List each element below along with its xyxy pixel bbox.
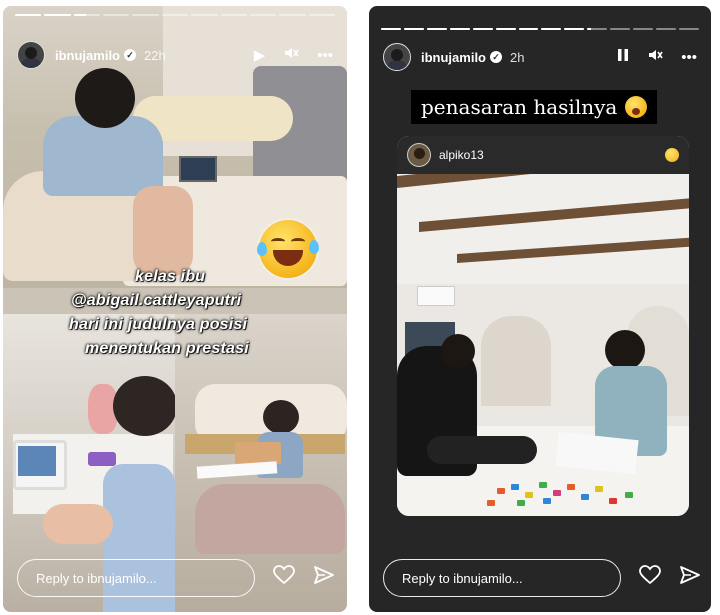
story-progress xyxy=(15,14,335,17)
story-controls: ▶ ••• xyxy=(254,45,333,65)
story-progress xyxy=(381,28,699,31)
reply-input[interactable] xyxy=(17,559,255,597)
shared-username: alpiko13 xyxy=(439,148,484,162)
reply-input[interactable] xyxy=(383,559,621,597)
progress-segment xyxy=(587,28,608,30)
story-title-text: penasaran hasilnya xyxy=(421,95,618,119)
send-icon[interactable] xyxy=(313,565,335,591)
progress-segment xyxy=(44,14,71,16)
username[interactable]: ibnujamilo xyxy=(421,50,486,65)
heart-icon[interactable] xyxy=(639,565,661,591)
progress-segment xyxy=(656,28,676,30)
progress-segment xyxy=(472,28,493,30)
avatar[interactable] xyxy=(17,41,45,69)
progress-segment xyxy=(381,28,401,30)
astonished-emoji-icon xyxy=(625,96,648,118)
story-header: ibnujamilo ✓ 22h ▶ ••• xyxy=(17,40,333,70)
shared-post-header[interactable]: alpiko13 xyxy=(397,136,689,174)
story-controls: ••• xyxy=(617,47,697,67)
progress-segment xyxy=(220,14,247,16)
heart-icon[interactable] xyxy=(273,565,295,591)
caption-line: hari ini judulnya posisi xyxy=(69,316,248,333)
progress-segment xyxy=(132,14,159,16)
story-left[interactable]: ibnujamilo ✓ 22h ▶ ••• kelas ibu @abigai… xyxy=(3,6,347,612)
story-title: penasaran hasilnya xyxy=(411,90,658,124)
story-right[interactable]: ibnujamilo ✓ 2h ••• penasaran hasilnya a… xyxy=(369,6,711,612)
mute-icon[interactable] xyxy=(283,45,299,65)
verified-badge-icon: ✓ xyxy=(124,49,136,61)
shared-post-card[interactable]: alpiko13 xyxy=(397,136,689,516)
progress-segment xyxy=(191,14,218,16)
pause-icon[interactable] xyxy=(617,48,629,66)
progress-segment xyxy=(518,28,539,30)
play-icon[interactable]: ▶ xyxy=(254,46,266,64)
progress-segment xyxy=(249,14,277,16)
story-footer xyxy=(17,558,335,598)
progress-segment xyxy=(279,14,306,16)
progress-segment xyxy=(426,28,447,30)
username[interactable]: ibnujamilo xyxy=(55,48,120,63)
avatar[interactable] xyxy=(383,43,411,71)
progress-segment xyxy=(161,14,189,16)
more-icon[interactable]: ••• xyxy=(681,49,697,66)
progress-segment xyxy=(633,28,654,30)
progress-segment xyxy=(73,14,101,16)
progress-segment xyxy=(403,28,424,30)
progress-segment xyxy=(541,28,562,30)
rofl-emoji-icon xyxy=(257,220,319,278)
shared-avatar xyxy=(407,143,431,167)
story-header: ibnujamilo ✓ 2h ••• xyxy=(383,42,697,72)
caption-mention-link[interactable]: @abigail.cattleyaputri xyxy=(71,292,241,310)
progress-segment xyxy=(495,28,516,30)
progress-segment xyxy=(564,28,585,30)
mute-icon[interactable] xyxy=(647,47,663,67)
story-footer xyxy=(383,558,700,598)
verified-badge-icon: ✓ xyxy=(490,51,502,63)
more-icon[interactable]: ••• xyxy=(317,47,333,64)
progress-segment xyxy=(678,28,699,30)
progress-segment xyxy=(308,14,335,16)
progress-segment xyxy=(449,28,470,30)
send-icon[interactable] xyxy=(679,565,701,591)
progress-segment xyxy=(103,14,130,16)
hugging-emoji-icon xyxy=(665,148,679,162)
progress-segment xyxy=(15,14,42,16)
post-time: 2h xyxy=(510,49,525,65)
progress-segment xyxy=(610,28,631,30)
caption-line: kelas ibu xyxy=(135,268,206,285)
post-time: 22h xyxy=(144,47,166,63)
caption-line: menentukan prestasi xyxy=(85,340,249,357)
